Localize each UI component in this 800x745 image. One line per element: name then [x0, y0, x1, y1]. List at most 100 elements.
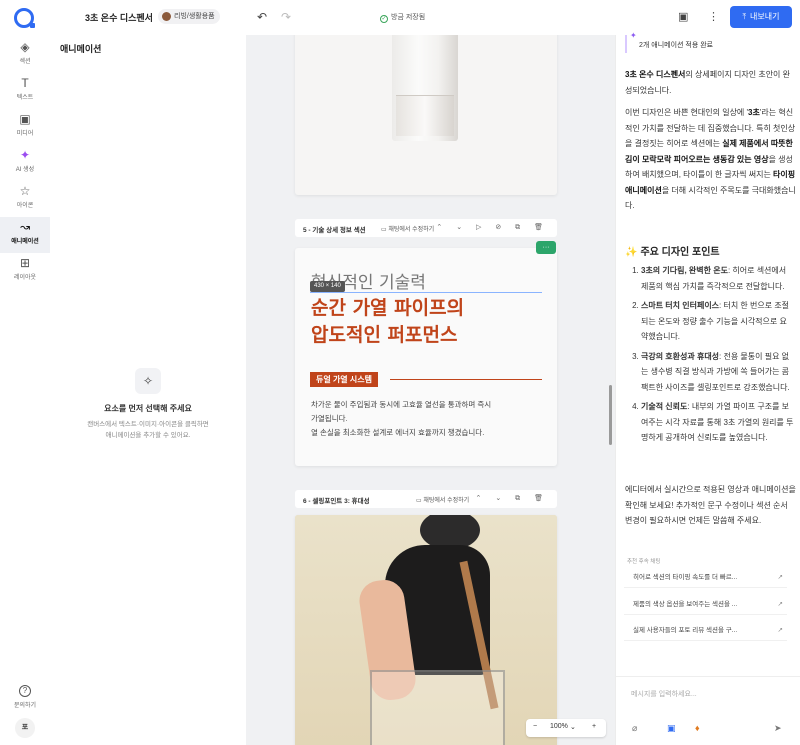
redo-icon[interactable]: ↷ — [281, 10, 291, 24]
comment-tag[interactable]: ··· — [536, 241, 556, 254]
empty-desc-line: 애니메이션을 추가할 수 있어요. — [105, 432, 191, 439]
suggestion-text: 제품의 색상 옵션을 보여주는 섹션을 ... — [633, 601, 738, 608]
empty-title: 요소를 먼저 선택해 주세요 — [104, 404, 192, 413]
rail-item-layout[interactable]: ⊞ 레이아웃 — [0, 253, 50, 289]
empty-description: 캔버스에서 텍스트·이미지·아이콘을 클릭하면 애니메이션을 추가할 수 있어요. — [50, 419, 246, 441]
canvas[interactable]: 5 - 기술 상세 정보 섹션 ▭ 채팅에서 수정하기 ⌃ ⌄ ▷ ⊘ ⧉ 🗑 … — [246, 35, 615, 745]
rail-item-text[interactable]: T 텍스트 — [0, 73, 50, 109]
lifestyle-photo[interactable] — [295, 515, 557, 745]
rail-label: 미디어 — [16, 131, 34, 137]
status-box: ✦ 2개 애니메이션 적용 완료 — [625, 31, 775, 53]
rail-item-media[interactable]: ▣ 미디어 — [0, 109, 50, 145]
app-logo[interactable] — [14, 8, 35, 28]
help-button[interactable]: ? 문의하기 — [0, 680, 50, 709]
upload-icon: ⤒ — [742, 12, 747, 21]
preview-icon[interactable]: ▣ — [678, 10, 688, 23]
animation-panel: 애니메이션 ✧ 요소를 먼저 선택해 주세요 캔버스에서 텍스트·이미지·아이콘… — [50, 35, 246, 745]
suggestion-item[interactable]: 히어로 섹션의 타이핑 속도를 더 빠르... ↗ — [624, 568, 787, 588]
animation-icon: ↝ — [19, 220, 31, 234]
arrow-up-right-icon: ↗ — [777, 627, 783, 634]
check-circle-icon: ✓ — [380, 15, 388, 23]
intro-bold: 3초 온수 디스펜서 — [625, 70, 686, 79]
image-gen-icon[interactable]: ▣ — [667, 723, 676, 734]
edit-label: 채팅에서 수정하기 — [423, 498, 470, 504]
text: 이번 디자인은 바쁜 현대인의 일상에 ' — [625, 108, 749, 117]
list-item: 기술적 신뢰도: 내부의 가열 파이프 구조를 보여주는 시각 자료를 통해 3… — [641, 399, 794, 446]
empty-state: ✧ 요소를 먼저 선택해 주세요 캔버스에서 텍스트·이미지·아이콘을 클릭하면… — [50, 368, 246, 441]
selection-line — [310, 292, 542, 293]
zoom-out-button[interactable]: − — [533, 723, 537, 730]
image-icon: ▣ — [19, 112, 31, 126]
left-rail: ◈ 섹션 T 텍스트 ▣ 미디어 ✦ AI 생성 ☆ 아이콘 ↝ 애니메이션 ⊞ 레이아웃 ?… — [0, 35, 50, 745]
more-menu-icon[interactable]: ⋮ — [708, 10, 719, 23]
category-tag[interactable]: 리빙/생활용품 — [158, 9, 220, 24]
suggestion-text: 실제 사용자들의 포토 리뷰 섹션을 구... — [633, 627, 738, 634]
suggestion-item[interactable]: 실제 사용자들의 포토 리뷰 섹션을 구... ↗ — [624, 621, 787, 641]
zoom-dropdown-icon[interactable]: ⌄ — [570, 723, 576, 731]
layers-icon: ◈ — [20, 40, 30, 54]
body-line: 차가운 물이 주입됨과 동시에 고효율 열선을 통과하며 즉시 — [311, 400, 492, 409]
export-button[interactable]: ⤒ 내보내기 — [730, 6, 792, 28]
attach-icon[interactable]: ⌀ — [632, 723, 637, 734]
rail-label: 텍스트 — [16, 95, 34, 101]
rail-item-section[interactable]: ◈ 섹션 — [0, 37, 50, 73]
sparkles-icon: ✨ — [625, 247, 638, 258]
edit-in-chat-button[interactable]: ▭ 채팅에서 수정하기 — [381, 224, 434, 233]
assistant-message-closing: 에디터에서 실시간으로 적용된 영상과 애니메이션을 확인해 보세요! 추가적인… — [625, 485, 796, 525]
arrow-up-right-icon: ↗ — [777, 601, 783, 608]
points-heading: ✨ 주요 디자인 포인트 — [625, 243, 720, 258]
list-item: 3초의 기다림, 완벽한 온도: 히어로 섹션에서 제품의 핵심 가치를 즉각적… — [641, 263, 794, 294]
rail-label: 레이아웃 — [13, 275, 37, 281]
sparkle-icon: ✧ — [135, 368, 161, 394]
panel-title: 애니메이션 — [60, 44, 102, 54]
design-points-list: 3초의 기다림, 완벽한 온도: 히어로 섹션에서 제품의 핵심 가치를 즉각적… — [626, 263, 794, 450]
section-5-card[interactable]: 혁신적인 기술력 430 × 140 순간 가열 파이프의 압도적인 퍼포먼스 듀… — [295, 248, 557, 466]
assistant-message-body: 이번 디자인은 바쁜 현대인의 일상에 '3초'라는 혁신적인 가치를 전달하는… — [625, 105, 797, 214]
edit-label: 채팅에서 수정하기 — [388, 227, 435, 233]
point-bold: 스마트 터치 인터페이스 — [641, 301, 720, 310]
edit-in-chat-button[interactable]: ▭ 채팅에서 수정하기 — [416, 495, 469, 504]
sparkle-icon: ✦ — [630, 31, 637, 40]
point-bold: 기술적 신뢰도 — [641, 402, 688, 411]
idea-icon[interactable]: ♦ — [695, 723, 700, 733]
section-number-title: 5 - 기술 상세 정보 섹션 — [303, 227, 366, 234]
avatar[interactable]: 포 — [15, 718, 35, 738]
text-icon: T — [21, 76, 29, 90]
project-title[interactable]: 3초 온수 디스펜서 — [85, 11, 153, 24]
rail-item-animation[interactable]: ↝ 애니메이션 — [0, 217, 50, 253]
section-6-header: 6 - 셀링포인트 3: 휴대성 ▭ 채팅에서 수정하기 ⌃ ⌄ ⧉ 🗑 — [295, 490, 557, 508]
zoom-in-button[interactable]: + — [592, 723, 596, 730]
export-label: 내보내기 — [750, 12, 780, 21]
section-number-title: 6 - 셀링포인트 3: 휴대성 — [303, 498, 370, 505]
rail-label: AI 생성 — [15, 167, 35, 173]
product-image[interactable] — [392, 35, 458, 141]
suggestion-item[interactable]: 제품의 색상 옵션을 보여주는 섹션을 ... ↗ — [624, 595, 787, 615]
section-tools[interactable]: ⌃ ⌄ ▷ ⊘ ⧉ 🗑 — [436, 223, 549, 232]
section-heading-bold[interactable]: 순간 가열 파이프의 압도적인 퍼포먼스 — [311, 295, 464, 349]
chat-input-area[interactable]: 메시지를 입력하세요... ⌀ ▣ ♦ ➤ — [616, 676, 800, 745]
rail-item-icon[interactable]: ☆ 아이콘 — [0, 181, 50, 217]
message-input[interactable]: 메시지를 입력하세요... — [631, 689, 697, 699]
zoom-value[interactable]: 100% — [550, 723, 568, 730]
body-line: 열 손실을 최소화한 설계로 에너지 효율까지 챙겼습니다. — [311, 428, 485, 437]
grid-icon: ⊞ — [19, 256, 31, 270]
dimension-badge: 430 × 140 — [310, 281, 345, 292]
rail-label: 애니메이션 — [11, 239, 39, 245]
rail-label: 아이콘 — [16, 203, 34, 209]
section-4-card[interactable] — [295, 35, 557, 195]
zoom-control: − 100% ⌄ + — [526, 719, 606, 737]
send-icon[interactable]: ➤ — [774, 723, 782, 734]
magic-wand-icon: ✦ — [19, 148, 31, 162]
feature-badge[interactable]: 듀얼 가열 시스템 — [310, 372, 378, 387]
canvas-scrollbar[interactable] — [609, 385, 612, 445]
model-figure — [356, 515, 505, 745]
section-6-card[interactable] — [295, 515, 557, 745]
rail-item-ai[interactable]: ✦ AI 생성 — [0, 145, 50, 181]
section-tools[interactable]: ⌃ ⌄ ⧉ 🗑 — [476, 494, 549, 503]
top-bar: 3초 온수 디스펜서 리빙/생활용품 ↶ ↷ ✓ 방금 저장됨 — [0, 0, 615, 35]
star-icon: ☆ — [19, 184, 31, 198]
text-bold: 3초 — [748, 108, 760, 117]
save-status: ✓ 방금 저장됨 — [380, 12, 425, 23]
section-body[interactable]: 차가운 물이 주입됨과 동시에 고효율 열선을 통과하며 즉시 가열됩니다. 열 손… — [311, 398, 547, 440]
undo-icon[interactable]: ↶ — [257, 10, 267, 24]
